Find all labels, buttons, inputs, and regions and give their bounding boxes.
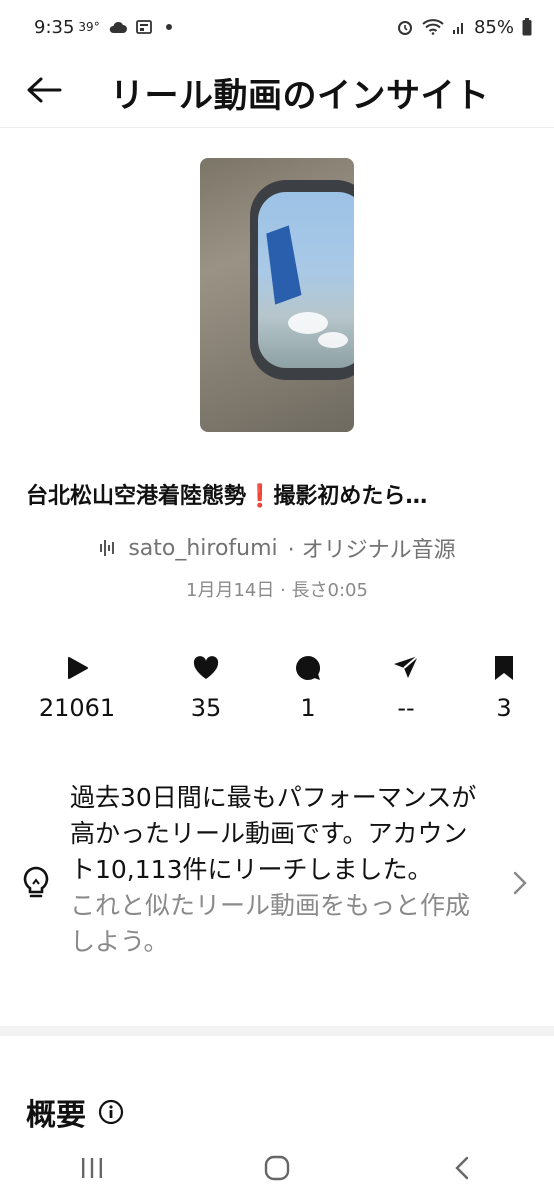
plays-count: 21061	[38, 694, 116, 722]
insight-card[interactable]: 過去30日間に最もパフォーマンスが高かったリール動画です。アカウント10,113…	[0, 780, 554, 1000]
saves-count: 3	[496, 694, 512, 722]
back-nav-button[interactable]	[432, 1148, 492, 1188]
signal-icon	[452, 23, 463, 34]
insight-sub: これと似たリール動画をもっと作成しよう。	[70, 891, 471, 956]
status-bar: 9:35 39° 85%	[0, 0, 554, 54]
battery-percent: 85%	[473, 16, 514, 38]
news-icon	[135, 20, 152, 34]
audio-user: sato_hirofumi	[128, 535, 278, 561]
status-temp: 39°	[78, 20, 100, 34]
alarm-icon	[397, 21, 412, 35]
comments-count: 1	[300, 694, 316, 722]
status-right: 85%	[396, 17, 532, 38]
comment-icon	[296, 655, 321, 680]
window-view	[258, 192, 354, 368]
stats-row: 21061 35 1 -- 3	[0, 650, 554, 730]
recent-apps-button[interactable]	[62, 1148, 122, 1188]
home-button[interactable]	[247, 1148, 307, 1188]
send-icon	[394, 655, 419, 678]
home-icon	[264, 1155, 290, 1181]
info-icon[interactable]	[98, 1099, 124, 1125]
chevron-left-icon	[454, 1156, 468, 1180]
cloud-shape	[318, 332, 348, 348]
system-nav-bar	[0, 1136, 554, 1200]
audio-label: · オリジナル音源	[287, 538, 456, 563]
cloud-icon	[109, 21, 127, 33]
reel-thumbnail[interactable]	[200, 158, 354, 432]
status-time: 9:35	[34, 16, 75, 38]
post-title: 台北松山空港着陸態勢❗️撮影初めたら…	[26, 484, 428, 509]
chevron-right-icon[interactable]	[512, 870, 528, 896]
bookmark-icon	[495, 656, 513, 680]
header: リール動画のインサイト	[0, 54, 554, 128]
arrow-left-icon	[27, 77, 62, 103]
stat-comments: 1	[253, 650, 363, 722]
audio-wave-icon	[100, 540, 115, 556]
heart-icon	[193, 656, 219, 679]
overview-heading: 概要	[26, 1090, 124, 1134]
recent-apps-icon	[82, 1158, 103, 1178]
audio-info[interactable]: sato_hirofumi · オリジナル音源	[0, 532, 554, 564]
cloud-shape	[288, 312, 328, 334]
stat-likes: 35	[151, 650, 261, 722]
overview-title: 概要	[26, 1098, 86, 1133]
stat-shares: --	[351, 650, 461, 722]
likes-count: 35	[190, 694, 222, 722]
notification-dot	[165, 24, 172, 30]
wifi-icon	[422, 19, 444, 35]
post-meta: 1月月14日 · 長さ0:05	[186, 580, 368, 601]
stat-saves: 3	[449, 650, 554, 722]
status-left: 9:35 39°	[34, 17, 172, 38]
back-button[interactable]	[24, 70, 64, 110]
battery-icon	[522, 18, 532, 36]
shares-count: --	[397, 694, 415, 722]
insight-main: 過去30日間に最もパフォーマンスが高かったリール動画です。アカウント10,113…	[70, 783, 477, 884]
lightbulb-icon	[23, 866, 49, 898]
stat-plays: 21061	[22, 650, 132, 722]
insight-text: 過去30日間に最もパフォーマンスが高かったリール動画です。アカウント10,113…	[70, 780, 490, 960]
page-title: リール動画のインサイト	[110, 76, 490, 116]
section-divider	[0, 1026, 554, 1036]
airplane-wing	[258, 225, 313, 304]
play-icon	[68, 657, 88, 679]
